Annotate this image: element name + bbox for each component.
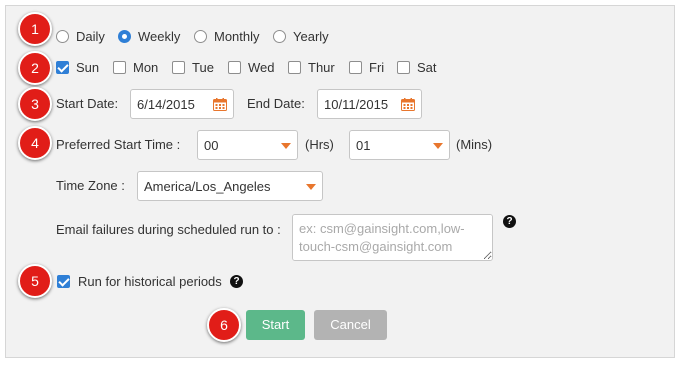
checkbox-thur[interactable] [288, 61, 301, 74]
checkbox-fri[interactable] [349, 61, 362, 74]
checkbox-sat[interactable] [397, 61, 410, 74]
step-badge-4: 4 [18, 126, 52, 160]
radio-daily-label: Daily [76, 29, 105, 44]
minutes-unit-label: (Mins) [456, 137, 493, 152]
end-date-input[interactable]: 10/11/2015 [317, 89, 422, 119]
chevron-down-icon [306, 184, 316, 190]
step-badge-1: 1 [18, 12, 52, 46]
radio-weekly-label: Weekly [138, 29, 181, 44]
checkbox-mon[interactable] [113, 61, 126, 74]
radio-daily[interactable] [56, 30, 69, 43]
minutes-value: 01 [356, 138, 371, 153]
historical-label: Run for historical periods [78, 274, 222, 289]
step-badge-6: 6 [207, 308, 241, 342]
step-badge-5: 5 [18, 264, 52, 298]
question-circle-icon[interactable]: ? [230, 275, 243, 288]
step-badge-2: 2 [18, 51, 52, 85]
radio-monthly[interactable] [194, 30, 207, 43]
radio-weekly[interactable] [118, 30, 131, 43]
start-button[interactable]: Start [246, 310, 305, 340]
start-date-label: Start Date: [56, 96, 119, 111]
question-circle-icon[interactable]: ? [503, 215, 516, 228]
radio-yearly-label: Yearly [293, 29, 329, 44]
start-time-label: Preferred Start Time : [56, 137, 181, 152]
hours-select[interactable]: 00 [197, 130, 298, 160]
checkbox-mon-label: Mon [133, 60, 159, 75]
timezone-label: Time Zone : [56, 178, 125, 193]
radio-yearly[interactable] [273, 30, 286, 43]
checkbox-tue-label: Tue [192, 60, 214, 75]
checkbox-sun[interactable] [56, 61, 69, 74]
hours-unit-label: (Hrs) [305, 137, 334, 152]
end-date-value: 10/11/2015 [324, 97, 389, 112]
checkbox-sat-label: Sat [417, 60, 437, 75]
chevron-down-icon [281, 143, 291, 149]
end-date-label: End Date: [247, 96, 305, 111]
checkbox-wed[interactable] [228, 61, 241, 74]
historical-checkbox[interactable] [57, 275, 70, 288]
checkbox-fri-label: Fri [369, 60, 385, 75]
calendar-icon[interactable] [213, 98, 227, 111]
chevron-down-icon [433, 143, 443, 149]
timezone-value: America/Los_Angeles [144, 179, 271, 194]
email-failures-input[interactable] [292, 214, 493, 261]
checkbox-thur-label: Thur [308, 60, 335, 75]
start-date-value: 6/14/2015 [137, 97, 195, 112]
cancel-button[interactable]: Cancel [314, 310, 387, 340]
email-failures-label: Email failures during scheduled run to : [56, 222, 281, 237]
step-badge-3: 3 [18, 87, 52, 121]
checkbox-tue[interactable] [172, 61, 185, 74]
minutes-select[interactable]: 01 [349, 130, 450, 160]
hours-value: 00 [204, 138, 219, 153]
checkbox-sun-label: Sun [76, 60, 100, 75]
timezone-select[interactable]: America/Los_Angeles [137, 171, 323, 201]
start-date-input[interactable]: 6/14/2015 [130, 89, 234, 119]
calendar-icon[interactable] [401, 98, 415, 111]
checkbox-wed-label: Wed [248, 60, 275, 75]
radio-monthly-label: Monthly [214, 29, 260, 44]
